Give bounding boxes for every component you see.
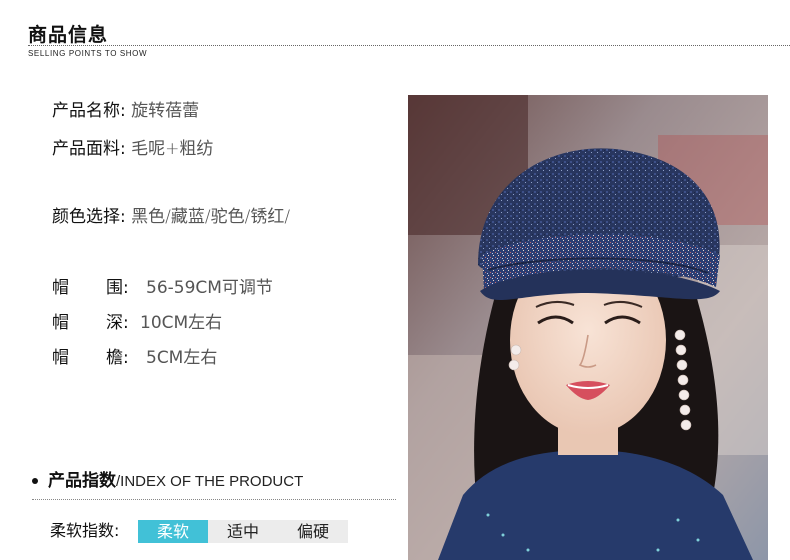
spec-label: 颜色选择: [52, 207, 126, 227]
index-heading: 产品指数/INDEX OF THE PRODUCT [32, 470, 303, 493]
spec-colors: 颜色选择: 黑色/藏蓝/驼色/锈红/ [52, 206, 290, 228]
spec-label-char: 深: [106, 313, 129, 333]
spec-label: 产品面料: [52, 139, 126, 159]
spec-label-char: 围: [106, 278, 129, 298]
spec-value: 毛呢+粗纺 [131, 139, 214, 159]
spec-product-name: 产品名称: 旋转蓓蕾 [52, 100, 199, 122]
softness-option-soft: 柔软 [138, 520, 208, 543]
spec-value: 10CM左右 [140, 313, 223, 333]
index-title-en: /INDEX OF THE PRODUCT [116, 473, 304, 490]
softness-label: 柔软指数: [50, 521, 120, 540]
index-divider [32, 499, 396, 500]
softness-scale: 柔软 适中 偏硬 [138, 520, 348, 543]
spec-label-char: 帽 [52, 313, 69, 333]
softness-option-hard: 偏硬 [296, 522, 329, 541]
spec-label-char: 檐: [106, 348, 129, 368]
index-title-zh: 产品指数 [48, 471, 116, 491]
spec-value: 56-59CM可调节 [146, 278, 273, 298]
spec-fabric: 产品面料: 毛呢+粗纺 [52, 138, 213, 160]
product-photo [408, 95, 768, 560]
softness-option-medium: 适中 [226, 522, 259, 541]
bullet-icon [32, 478, 38, 484]
spec-value: 5CM左右 [146, 348, 218, 368]
spec-label-char: 帽 [52, 348, 69, 368]
section-title: 商品信息 [28, 24, 109, 46]
spec-value: 旋转蓓蕾 [131, 101, 200, 121]
spec-label-char: 帽 [52, 278, 69, 298]
header-divider [28, 45, 790, 46]
product-photo-icon [408, 95, 768, 560]
spec-value: 黑色/藏蓝/驼色/锈红/ [131, 207, 291, 227]
spec-label: 产品名称: [52, 101, 126, 121]
section-subtitle: SELLING POINTS TO SHOW [28, 49, 148, 58]
